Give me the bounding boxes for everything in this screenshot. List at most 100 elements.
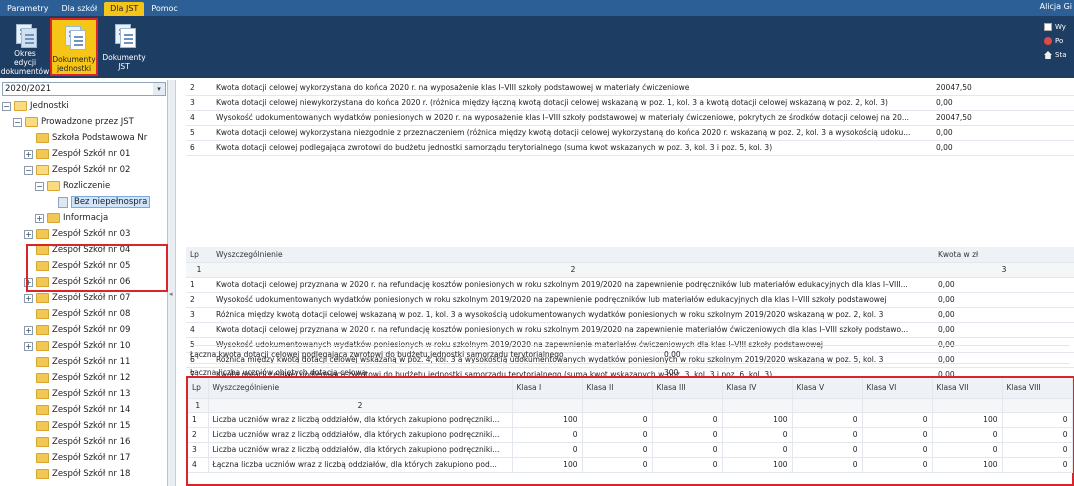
cell-class-count[interactable]: 0 xyxy=(1002,457,1073,473)
column-numbers-row: 1 2 3 xyxy=(186,262,1074,278)
cell-lp: 3 xyxy=(186,95,212,111)
jst-documents-button[interactable]: Dokumenty JST xyxy=(102,18,146,76)
cell-val[interactable]: 20047,50 xyxy=(932,80,1074,96)
cell-class-count[interactable]: 100 xyxy=(722,412,793,428)
cell-class-count[interactable]: 0 xyxy=(862,457,933,473)
cell-class-count[interactable]: 0 xyxy=(722,427,793,443)
tree-node[interactable]: + Zespół Szkół nr 03 xyxy=(24,226,130,242)
expand-icon[interactable]: + xyxy=(24,149,33,159)
tree-node-label: Informacja xyxy=(63,213,109,223)
tree-node[interactable]: Zespół Szkół nr 13 xyxy=(24,386,130,402)
col-num-2: 2 xyxy=(212,262,934,278)
cell-val[interactable]: 0,00 xyxy=(932,125,1074,141)
cell-class-count[interactable]: 0 xyxy=(582,427,653,443)
ribbon-right-item-1[interactable]: Wy xyxy=(1044,20,1074,34)
cell-class-count[interactable]: 100 xyxy=(932,412,1003,428)
table-row: 4 Łączna liczba uczniów wraz z liczbą odd… xyxy=(188,457,1073,473)
cell-class-count[interactable]: 0 xyxy=(792,442,863,458)
cell-class-count[interactable]: 0 xyxy=(1002,442,1073,458)
cell-lp: 1 xyxy=(188,412,209,428)
cell-val[interactable]: 0,00 xyxy=(932,140,1074,156)
collapse-arrow-icon[interactable]: ◂ xyxy=(169,290,173,298)
cell-class-count[interactable]: 0 xyxy=(862,427,933,443)
cell-class-count[interactable]: 0 xyxy=(582,442,653,458)
tab-dla-szkol[interactable]: Dla szkół xyxy=(55,2,103,16)
cell-class-count[interactable]: 0 xyxy=(722,442,793,458)
cell-class-count[interactable]: 100 xyxy=(932,457,1003,473)
ribbon-right-item-3[interactable]: Sta xyxy=(1044,48,1074,62)
expand-icon[interactable]: + xyxy=(35,213,44,223)
expand-icon[interactable]: + xyxy=(24,293,33,303)
cell-class-count[interactable]: 0 xyxy=(652,427,723,443)
cell-lp: 2 xyxy=(186,80,212,96)
cell-class-count[interactable]: 100 xyxy=(512,412,583,428)
cell-class-count[interactable]: 0 xyxy=(1002,412,1073,428)
expand-icon[interactable]: + xyxy=(24,229,33,239)
tree-node[interactable]: + Zespół Szkół nr 10 xyxy=(24,338,130,354)
tree-node[interactable]: Zespół Szkół nr 15 xyxy=(24,418,130,434)
tree-node[interactable]: + Zespół Szkół nr 09 xyxy=(24,322,130,338)
cell-class-count[interactable]: 0 xyxy=(512,427,583,443)
chevron-down-icon[interactable]: ▾ xyxy=(153,83,165,95)
tab-pomoc[interactable]: Pomoc xyxy=(145,2,184,16)
cell-val[interactable]: 0,00 xyxy=(932,95,1074,111)
cell-val[interactable]: 0,00 xyxy=(934,277,1074,293)
tree-node[interactable]: + Zespół Szkół nr 01 xyxy=(24,146,130,162)
tree-node[interactable]: − Jednostki xyxy=(2,98,69,114)
panel-splitter[interactable]: ◂ xyxy=(168,80,176,486)
cell-class-count[interactable]: 0 xyxy=(862,412,933,428)
cell-lp: 3 xyxy=(188,442,209,458)
cell-class-count[interactable]: 0 xyxy=(862,442,933,458)
cell-class-count[interactable]: 0 xyxy=(792,457,863,473)
tab-parametry[interactable]: Parametry xyxy=(1,2,54,16)
unit-documents-button[interactable]: Dokumenty jednostki xyxy=(50,18,98,76)
cell-class-count[interactable]: 0 xyxy=(582,412,653,428)
expand-icon[interactable]: + xyxy=(24,325,33,335)
collapse-icon[interactable]: − xyxy=(35,181,44,191)
tree-node[interactable]: Zespół Szkół nr 18 xyxy=(24,466,130,482)
ribbon-right-item-2[interactable]: Po xyxy=(1044,34,1074,48)
school-year-select[interactable]: 2020/2021 ▾ xyxy=(2,82,166,96)
cell-val[interactable]: 0,00 xyxy=(934,307,1074,323)
folder-icon xyxy=(36,341,49,351)
cell-class-count[interactable]: 100 xyxy=(512,457,583,473)
tree-node-label: Zespół Szkół nr 01 xyxy=(52,149,131,159)
document-content: 2 Kwota dotacji celowej wykorzystana do k… xyxy=(186,80,1074,486)
folder-icon xyxy=(36,325,49,335)
expand-icon[interactable]: + xyxy=(24,341,33,351)
cell-val[interactable]: 20047,50 xyxy=(932,110,1074,126)
collapse-icon[interactable]: − xyxy=(13,117,22,127)
tree-node-label: Zespół Szkół nr 15 xyxy=(52,421,131,431)
cell-class-count[interactable]: 0 xyxy=(582,457,653,473)
tab-dla-jst[interactable]: Dla JST xyxy=(104,2,145,16)
tree-node[interactable]: + Informacja xyxy=(35,210,108,226)
tree-node[interactable]: Zespół Szkół nr 08 xyxy=(24,306,130,322)
cell-class-count[interactable]: 100 xyxy=(722,457,793,473)
cell-class-count[interactable]: 0 xyxy=(652,442,723,458)
tree-node[interactable]: Zespół Szkół nr 12 xyxy=(24,370,130,386)
tree-node[interactable]: Zespół Szkół nr 17 xyxy=(24,450,130,466)
tree-node[interactable]: Szkoła Podstawowa Nr xyxy=(24,130,147,146)
tree-node[interactable]: − Zespół Szkół nr 02 xyxy=(24,162,130,178)
cell-class-count[interactable]: 0 xyxy=(932,427,1003,443)
return-total-value[interactable]: 0,00 xyxy=(660,350,810,359)
cell-class-count[interactable]: 0 xyxy=(652,457,723,473)
tree-node[interactable]: Bez niepełnospra xyxy=(46,194,151,210)
table-row: 4 Wysokość udokumentowanych wydatków poni… xyxy=(186,110,1074,126)
collapse-icon[interactable]: − xyxy=(2,101,11,111)
cell-class-count[interactable]: 0 xyxy=(512,442,583,458)
tree-node[interactable]: Zespół Szkół nr 14 xyxy=(24,402,130,418)
cell-class-count[interactable]: 0 xyxy=(932,442,1003,458)
documents-period-button[interactable]: Okres edycji dokumentów xyxy=(1,18,49,76)
cell-class-count[interactable]: 0 xyxy=(792,427,863,443)
cell-class-count[interactable]: 0 xyxy=(792,412,863,428)
tree-node[interactable]: + Zespół Szkół nr 07 xyxy=(24,290,130,306)
tree-node[interactable]: Zespół Szkół nr 11 xyxy=(24,354,130,370)
tree-node[interactable]: Zespół Szkół nr 16 xyxy=(24,434,130,450)
tree-node[interactable]: − Rozliczenie xyxy=(35,178,110,194)
cell-val[interactable]: 0,00 xyxy=(934,292,1074,308)
collapse-icon[interactable]: − xyxy=(24,165,33,175)
cell-class-count[interactable]: 0 xyxy=(652,412,723,428)
tree-node[interactable]: − Prowadzone przez JST xyxy=(13,114,134,130)
cell-class-count[interactable]: 0 xyxy=(1002,427,1073,443)
